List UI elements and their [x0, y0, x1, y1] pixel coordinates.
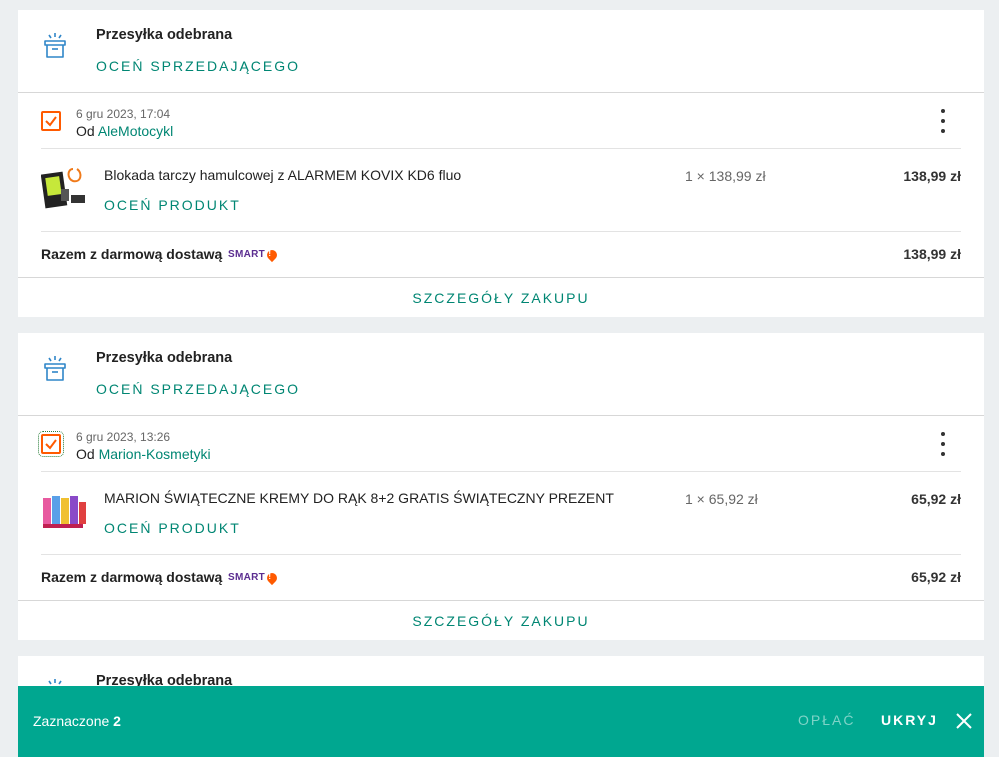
details-row: SZCZEGÓŁY ZAKUPU [18, 277, 984, 317]
close-icon[interactable] [956, 713, 972, 729]
product-row: Blokada tarczy hamulcowej z ALARMEM KOVI… [41, 149, 961, 232]
seller-link[interactable]: Marion-Kosmetyki [99, 446, 211, 462]
order-date: 6 gru 2023, 17:04 [76, 107, 171, 121]
product-name-link[interactable]: MARION ŚWIĄTECZNE KREMY DO RĄK 8+2 GRATI… [104, 490, 614, 506]
summary-total: 65,92 zł [911, 569, 961, 585]
rate-product-button[interactable]: OCEŃ PRODUKT [104, 520, 241, 536]
product-thumbnail[interactable] [41, 488, 89, 534]
smart-badge: SMART [228, 570, 280, 585]
smart-badge: SMART [228, 247, 280, 262]
smart-label: SMART [228, 572, 266, 583]
hide-button[interactable]: UKRYJ [881, 712, 938, 728]
product-row: MARION ŚWIĄTECZNE KREMY DO RĄK 8+2 GRATI… [41, 472, 961, 555]
pay-button[interactable]: OPŁAĆ [798, 712, 855, 728]
quantity-price: 1 × 138,99 zł [685, 168, 766, 184]
seller-prefix: Od [76, 123, 95, 139]
selected-count-text: Zaznaczone 2 [33, 713, 121, 729]
rate-product-button[interactable]: OCEŃ PRODUKT [104, 197, 241, 213]
rate-seller-button[interactable]: OCEŃ SPRZEDAJĄCEGO [96, 58, 300, 74]
line-total: 65,92 zł [911, 491, 961, 507]
product-name-link[interactable]: Blokada tarczy hamulcowej z ALARMEM KOVI… [104, 167, 461, 183]
seller-prefix: Od [76, 446, 95, 462]
purchase-details-button[interactable]: SZCZEGÓŁY ZAKUPU [412, 290, 589, 306]
product-thumbnail[interactable] [41, 165, 89, 211]
order-checkbox[interactable] [38, 431, 64, 457]
summary-label: Razem z darmową dostawą [41, 569, 223, 585]
seller-line: Od Marion-Kosmetyki [76, 446, 211, 462]
order-meta: 6 gru 2023, 13:26 Od Marion-Kosmetyki [38, 416, 961, 472]
smart-pin-icon [264, 247, 280, 262]
quantity-price: 1 × 65,92 zł [685, 491, 758, 507]
summary-label: Razem z darmową dostawą [41, 246, 223, 262]
status-title: Przesyłka odebrana [96, 350, 233, 366]
package-box-icon [44, 33, 66, 58]
selected-count: 2 [113, 713, 121, 729]
seller-line: Od AleMotocykl [76, 123, 173, 139]
line-total: 138,99 zł [903, 168, 961, 184]
selected-label: Zaznaczone [33, 713, 110, 729]
seller-link[interactable]: AleMotocykl [98, 123, 173, 139]
status-title: Przesyłka odebrana [96, 27, 233, 43]
smart-pin-icon [264, 570, 280, 585]
rate-seller-button[interactable]: OCEŃ SPRZEDAJĄCEGO [96, 381, 300, 397]
selection-bar: Zaznaczone 2 OPŁAĆ UKRYJ [18, 686, 984, 757]
order-meta: 6 gru 2023, 17:04 Od AleMotocykl [41, 93, 961, 149]
package-box-icon [44, 356, 66, 381]
order-summary: Razem z darmową dostawą SMART 138,99 zł [41, 232, 961, 277]
order-status-header: Przesyłka odebrana OCEŃ SPRZEDAJĄCEGO [18, 333, 984, 416]
order-status-header: Przesyłka odebrana OCEŃ SPRZEDAJĄCEGO [18, 10, 984, 93]
order-card: Przesyłka odebrana OCEŃ SPRZEDAJĄCEGO 6 … [18, 10, 984, 317]
checkmark-icon [45, 116, 57, 127]
more-options-icon[interactable] [939, 432, 947, 456]
summary-total: 138,99 zł [903, 246, 961, 262]
order-date: 6 gru 2023, 13:26 [76, 430, 171, 444]
details-row: SZCZEGÓŁY ZAKUPU [18, 600, 984, 640]
more-options-icon[interactable] [939, 109, 947, 133]
checkmark-icon [45, 439, 57, 450]
order-card: Przesyłka odebrana OCEŃ SPRZEDAJĄCEGO 6 … [18, 333, 984, 640]
purchase-details-button[interactable]: SZCZEGÓŁY ZAKUPU [412, 613, 589, 629]
order-checkbox[interactable] [41, 111, 61, 131]
order-summary: Razem z darmową dostawą SMART 65,92 zł [41, 555, 961, 600]
smart-label: SMART [228, 249, 266, 260]
